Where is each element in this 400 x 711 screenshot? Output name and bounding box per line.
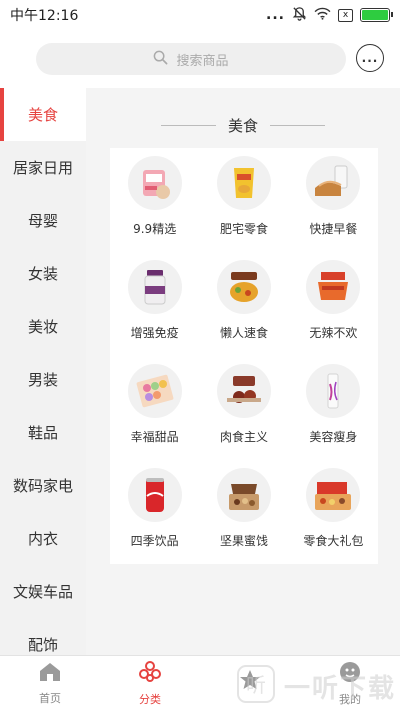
nut-box-icon <box>216 468 271 522</box>
instant-meal-icon <box>216 260 271 314</box>
search-icon <box>153 50 168 69</box>
meat-snack-icon <box>216 364 271 418</box>
more-notifications-icon: ... <box>266 7 285 23</box>
sidebar-item-label: 内衣 <box>27 530 58 548</box>
sidebar-item-home[interactable]: 居家日用 <box>0 141 86 194</box>
sidebar-item-electronics[interactable]: 数码家电 <box>0 459 86 512</box>
watermark-text: 一听下载 <box>284 673 397 704</box>
sidebar-item-menswear[interactable]: 男装 <box>0 353 86 406</box>
beauty-drink-icon <box>306 364 361 418</box>
subcategory-item[interactable]: 幸福甜品 <box>110 364 199 468</box>
subcategory-item[interactable]: 9.9精选 <box>110 156 199 260</box>
sim-card-icon: x <box>338 8 353 22</box>
sidebar-item-label: 母婴 <box>27 212 58 230</box>
subcategory-item[interactable]: 美容瘦身 <box>289 364 378 468</box>
subcategory-label: 幸福甜品 <box>130 430 179 444</box>
spicy-snack-icon <box>306 260 361 314</box>
home-icon <box>38 661 62 686</box>
sidebar-item-label: 鞋品 <box>27 424 58 442</box>
search-row: 搜索商品 ... <box>0 30 400 88</box>
snack-pack-icon <box>127 156 182 210</box>
sidebar-item-food[interactable]: 美食 <box>0 88 86 141</box>
tab-category[interactable]: 分类 <box>100 656 200 711</box>
sidebar-item-label: 美妆 <box>27 318 58 336</box>
chips-bag-icon <box>216 156 271 210</box>
tab-home[interactable]: 首页 <box>0 656 100 711</box>
search-input[interactable]: 搜索商品 <box>36 43 346 75</box>
chat-bubble-icon: ... <box>361 51 379 65</box>
category-content: 美食 9.9精选 肥宅零食 快捷早餐 增强免疫 懒人速食 无辣不欢 幸福甜品 肉… <box>86 88 400 655</box>
subcategory-label: 快捷早餐 <box>309 222 358 236</box>
section-title: 美食 <box>227 117 258 135</box>
gift-box-icon <box>306 468 361 522</box>
cola-can-icon <box>127 468 182 522</box>
sidebar-item-beauty[interactable]: 美妆 <box>0 300 86 353</box>
subcategory-label: 肉食主义 <box>219 430 268 444</box>
subcategory-label: 懒人速食 <box>219 326 268 340</box>
tab-label: 分类 <box>139 693 161 706</box>
section-header: 美食 <box>86 115 400 136</box>
subcategory-item[interactable]: 增强免疫 <box>110 260 199 364</box>
watermark: 听 一听下载 <box>236 664 396 708</box>
subcategory-label: 无辣不欢 <box>309 326 358 340</box>
battery-icon <box>360 8 393 22</box>
sidebar-item-label: 男装 <box>27 371 58 389</box>
subcategory-item[interactable]: 坚果蜜饯 <box>199 468 288 572</box>
sidebar-item-label: 居家日用 <box>12 159 73 177</box>
supplement-jar-icon <box>127 260 182 314</box>
watermark-logo-icon: 听 <box>236 664 276 708</box>
subcategory-item[interactable]: 零食大礼包 <box>289 468 378 572</box>
subcategory-item[interactable]: 懒人速食 <box>199 260 288 364</box>
subcategory-label: 肥宅零食 <box>219 222 268 236</box>
status-icons: ... x <box>266 6 393 25</box>
subcategory-label: 零食大礼包 <box>303 534 364 548</box>
sidebar-item-shoes[interactable]: 鞋品 <box>0 406 86 459</box>
sidebar-item-underwear[interactable]: 内衣 <box>0 512 86 565</box>
search-placeholder: 搜索商品 <box>176 53 229 69</box>
sidebar-item-entertainment-car[interactable]: 文娱车品 <box>0 565 86 618</box>
sidebar-item-accessories[interactable]: 配饰 <box>0 618 86 655</box>
mute-bell-icon <box>292 6 307 25</box>
status-bar: 中午12:16 ... x <box>0 0 400 30</box>
sidebar-item-label: 配饰 <box>27 636 58 654</box>
status-time: 中午12:16 <box>10 8 79 24</box>
bread-milk-icon <box>306 156 361 210</box>
category-icon <box>138 660 162 687</box>
subcategory-item[interactable]: 肉食主义 <box>199 364 288 468</box>
subcategory-label: 增强免疫 <box>130 326 179 340</box>
sidebar-item-womenswear[interactable]: 女装 <box>0 247 86 300</box>
sidebar-item-label: 文娱车品 <box>12 583 73 601</box>
macaron-icon <box>127 364 182 418</box>
subcategory-label: 坚果蜜饯 <box>219 534 268 548</box>
category-sidebar: 美食 居家日用 母婴 女装 美妆 男装 鞋品 数码家电 内衣 文娱车品 配饰 <box>0 88 86 655</box>
subcategory-label: 美容瘦身 <box>309 430 358 444</box>
sidebar-item-baby[interactable]: 母婴 <box>0 194 86 247</box>
svg-text:听: 听 <box>246 673 266 697</box>
message-button[interactable]: ... <box>356 44 384 72</box>
subcategory-item[interactable]: 快捷早餐 <box>289 156 378 260</box>
divider <box>160 125 216 126</box>
subcategory-label: 四季饮品 <box>130 534 179 548</box>
tab-label: 首页 <box>39 692 61 705</box>
subcategory-grid: 9.9精选 肥宅零食 快捷早餐 增强免疫 懒人速食 无辣不欢 幸福甜品 肉食主义… <box>110 148 378 564</box>
subcategory-item[interactable]: 无辣不欢 <box>289 260 378 364</box>
subcategory-label: 9.9精选 <box>133 222 177 236</box>
subcategory-item[interactable]: 四季饮品 <box>110 468 199 572</box>
wifi-icon <box>314 7 331 24</box>
subcategory-item[interactable]: 肥宅零食 <box>199 156 288 260</box>
sidebar-item-label: 女装 <box>27 265 58 283</box>
sidebar-item-label: 数码家电 <box>12 477 73 495</box>
divider <box>270 125 325 126</box>
sidebar-item-label: 美食 <box>27 106 58 124</box>
